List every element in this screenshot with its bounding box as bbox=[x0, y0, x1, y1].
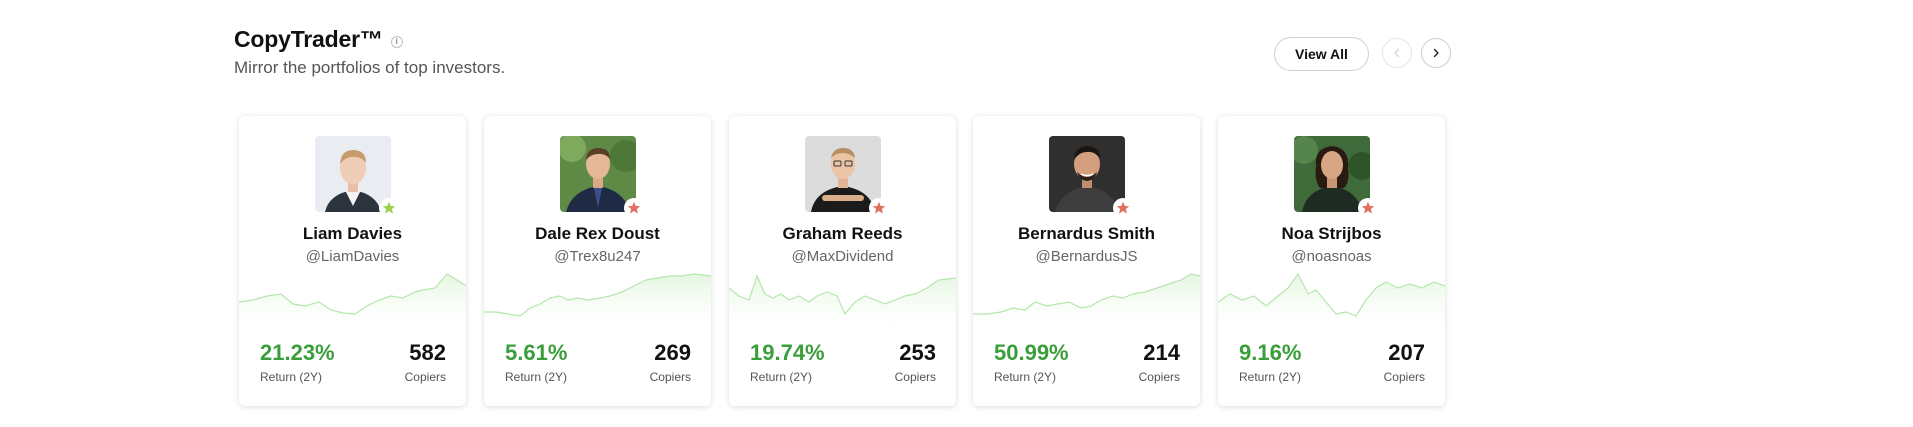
return-label: Return (2Y) bbox=[260, 370, 323, 384]
info-icon[interactable]: i bbox=[390, 35, 403, 48]
avatar[interactable] bbox=[560, 136, 636, 212]
star-icon bbox=[869, 198, 889, 218]
return-label: Return (2Y) bbox=[750, 370, 813, 384]
view-all-button[interactable]: View All bbox=[1274, 37, 1369, 71]
star-shape bbox=[1361, 201, 1375, 214]
star-shape bbox=[872, 201, 886, 214]
investor-name[interactable]: Bernardus Smith bbox=[973, 224, 1200, 244]
investor-handle: @Trex8u247 bbox=[554, 248, 641, 265]
copiers-value: 214 bbox=[1143, 340, 1180, 365]
copiers-label: Copiers bbox=[404, 370, 446, 384]
investor-handle: @noasnoas bbox=[1291, 248, 1372, 265]
investor-card[interactable]: Graham Reeds @MaxDividend 19.74% Return … bbox=[729, 116, 956, 406]
copiers-value: 269 bbox=[654, 340, 691, 365]
return-value: 9.16% bbox=[1239, 340, 1302, 365]
return-value: 5.61% bbox=[505, 340, 568, 365]
avatar-container bbox=[560, 136, 644, 218]
return-value: 21.23% bbox=[260, 340, 335, 365]
sparkline-chart bbox=[484, 273, 711, 336]
investor-handle: @LiamDavies bbox=[305, 248, 400, 265]
avatar-container bbox=[805, 136, 889, 218]
star-icon bbox=[1113, 198, 1133, 218]
copytrader-section: CopyTrader™ i Mirror the portfolios of t… bbox=[0, 0, 1913, 427]
return-label: Return (2Y) bbox=[1239, 370, 1302, 384]
avatar-container bbox=[315, 136, 399, 218]
sparkline-chart bbox=[1218, 272, 1445, 336]
sparkline-chart bbox=[239, 273, 466, 336]
avatar[interactable] bbox=[1294, 136, 1370, 212]
avatar-container bbox=[1294, 136, 1378, 218]
section-title: CopyTrader™ bbox=[234, 26, 383, 52]
copiers-label: Copiers bbox=[1383, 370, 1425, 384]
section-header: CopyTrader™ i bbox=[234, 26, 403, 53]
investor-card[interactable]: Bernardus Smith @BernardusJS 50.99% Retu… bbox=[973, 116, 1200, 406]
investor-name[interactable]: Graham Reeds bbox=[729, 224, 956, 244]
section-subtitle: Mirror the portfolios of top investors. bbox=[234, 58, 506, 77]
investor-card[interactable]: Liam Davies @LiamDavies 21.23% Return (2… bbox=[239, 116, 466, 406]
investor-name[interactable]: Noa Strijbos bbox=[1218, 224, 1445, 244]
investor-name[interactable]: Liam Davies bbox=[239, 224, 466, 244]
copiers-label: Copiers bbox=[649, 370, 691, 384]
carousel-prev-button[interactable] bbox=[1382, 38, 1412, 68]
carousel-next-button[interactable] bbox=[1421, 38, 1451, 68]
return-label: Return (2Y) bbox=[505, 370, 568, 384]
copiers-label: Copiers bbox=[894, 370, 936, 384]
star-icon bbox=[624, 198, 644, 218]
star-shape bbox=[382, 201, 396, 214]
copiers-value: 207 bbox=[1388, 340, 1425, 365]
copiers-value: 253 bbox=[899, 340, 936, 365]
return-label: Return (2Y) bbox=[994, 370, 1057, 384]
chevron-left-icon bbox=[1394, 48, 1400, 58]
return-value: 50.99% bbox=[994, 340, 1069, 365]
star-shape bbox=[627, 201, 641, 214]
sparkline-chart bbox=[729, 274, 956, 336]
copiers-value: 582 bbox=[409, 340, 446, 365]
return-value: 19.74% bbox=[750, 340, 825, 365]
sparkline-chart bbox=[973, 273, 1200, 336]
investor-handle: @MaxDividend bbox=[791, 248, 894, 265]
avatar[interactable] bbox=[1049, 136, 1125, 212]
avatar-container bbox=[1049, 136, 1133, 218]
avatar[interactable] bbox=[805, 136, 881, 212]
chevron-right-icon bbox=[1433, 48, 1439, 58]
investor-name[interactable]: Dale Rex Doust bbox=[484, 224, 711, 244]
investor-card[interactable]: Dale Rex Doust @Trex8u247 5.61% Return (… bbox=[484, 116, 711, 406]
star-icon bbox=[379, 198, 399, 218]
copiers-label: Copiers bbox=[1138, 370, 1180, 384]
investor-card[interactable]: Noa Strijbos @noasnoas 9.16% Return (2Y)… bbox=[1218, 116, 1445, 406]
star-shape bbox=[1116, 201, 1130, 214]
star-icon bbox=[1358, 198, 1378, 218]
avatar[interactable] bbox=[315, 136, 391, 212]
investor-handle: @BernardusJS bbox=[1035, 248, 1138, 265]
